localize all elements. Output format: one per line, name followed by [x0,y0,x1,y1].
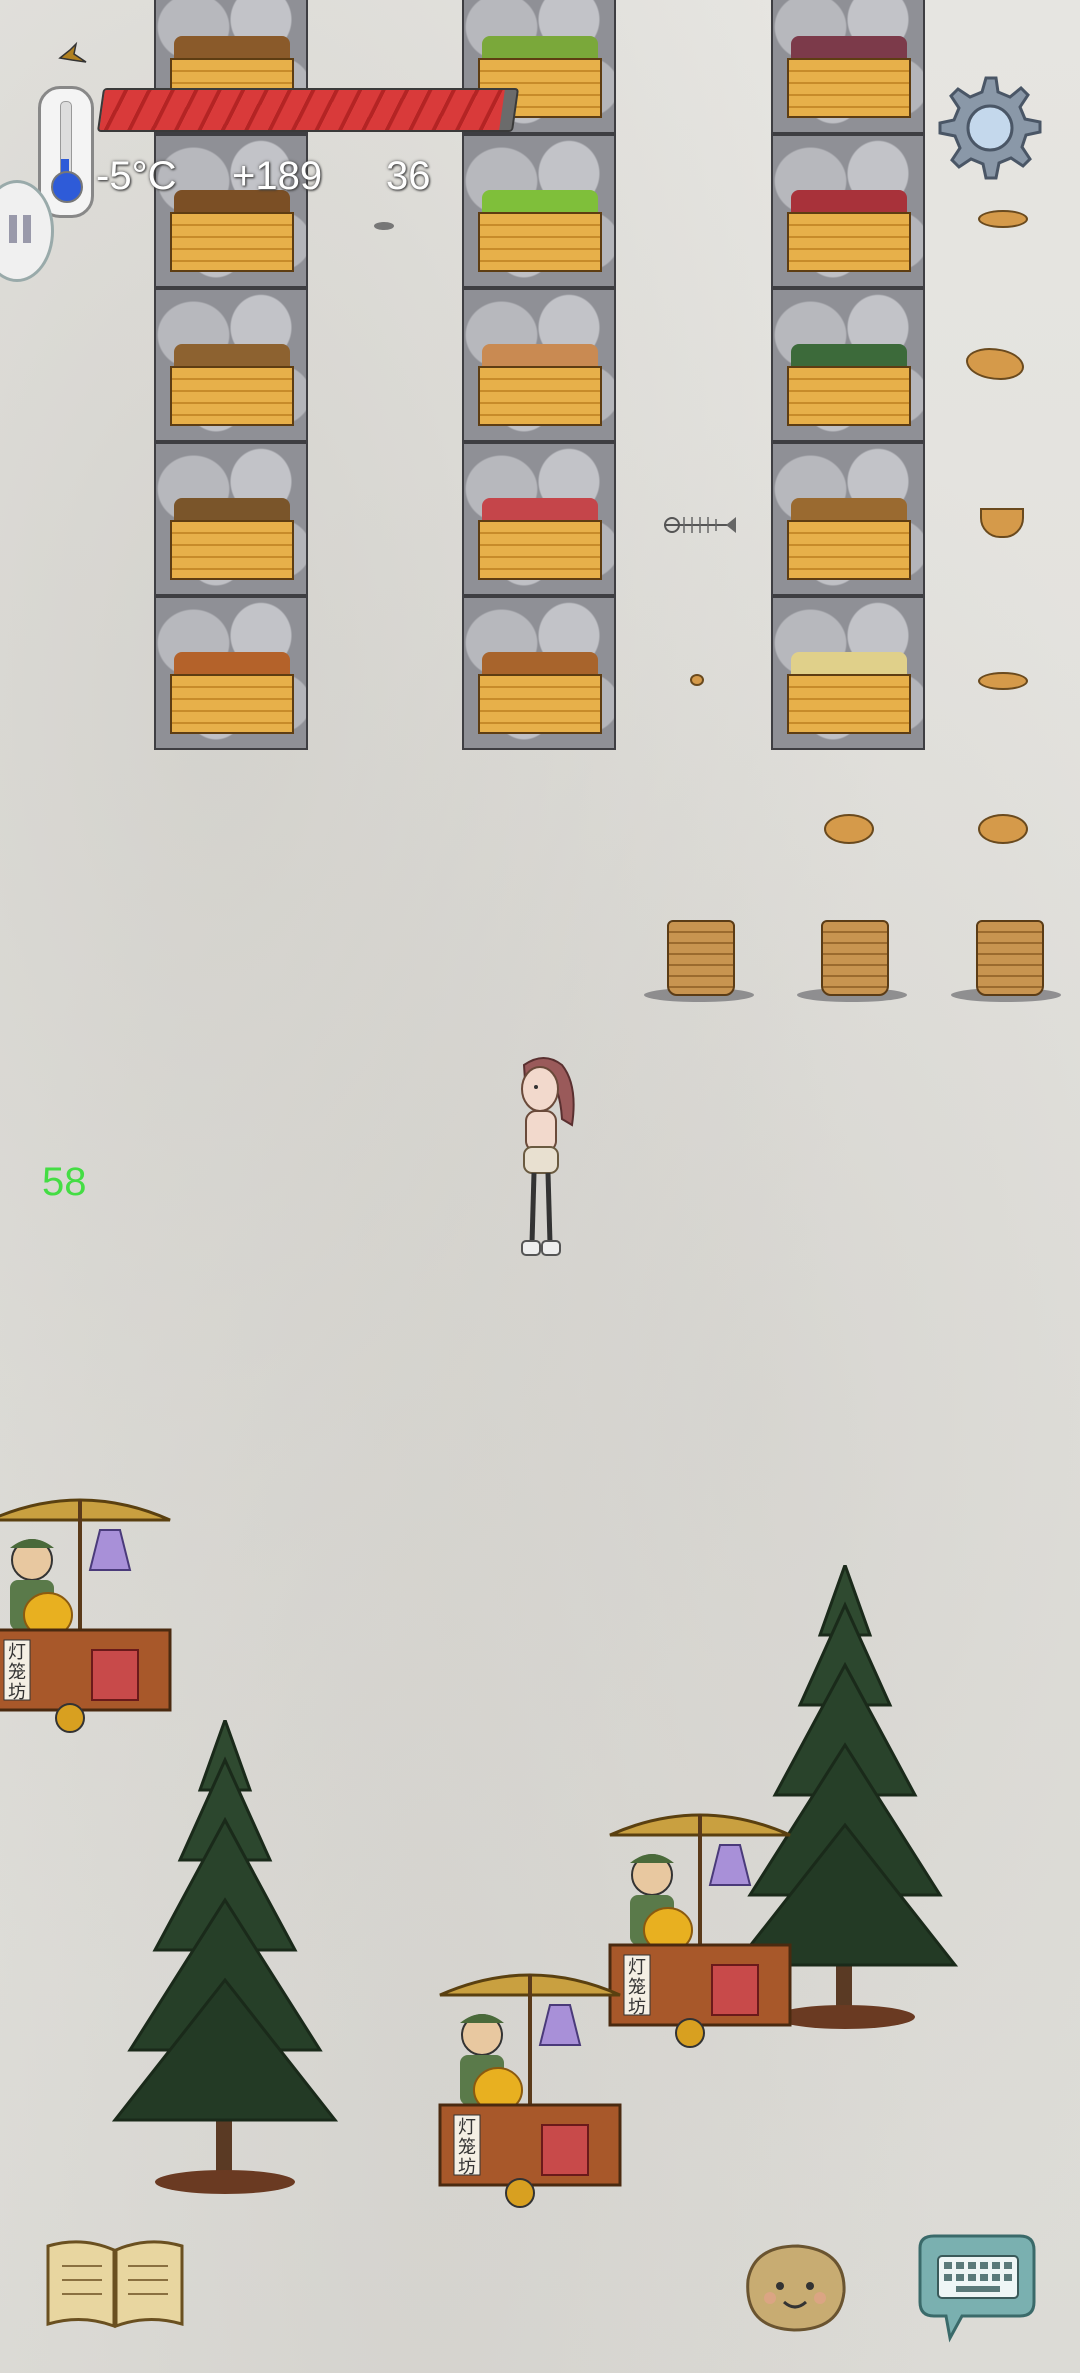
lantern-stall[interactable]: 灯笼坊 [600,1795,800,2065]
storage-crate[interactable] [154,596,308,750]
storage-crate[interactable] [771,442,925,596]
meat-item[interactable] [824,814,874,844]
status-value-readout: 36 [386,154,431,198]
potato-face-icon[interactable] [736,2240,852,2336]
lantern-stall-art [0,1498,172,1733]
compass-marker-icon [58,41,87,63]
stall-sign: 灯笼坊 [458,2117,476,2177]
fish-bone-item[interactable] [660,512,738,538]
bread-item[interactable] [978,210,1028,228]
player-character[interactable] [496,1055,586,1265]
stall-sign: 灯笼坊 [8,1642,26,1702]
lantern-stall[interactable]: 灯笼坊 [430,1955,630,2225]
wooden-basket[interactable] [976,920,1044,996]
meat-item[interactable] [978,814,1028,844]
storage-column-right [771,0,925,750]
storage-crate[interactable] [462,288,616,442]
heat-delta-readout: +189 [232,154,323,198]
gear-icon[interactable] [924,72,1048,196]
seed-item[interactable] [690,674,704,686]
wooden-basket[interactable] [821,920,889,996]
open-book-icon[interactable] [42,2236,188,2332]
health-bar-fill [99,90,505,130]
lantern-stall[interactable]: 灯笼坊 [0,1480,180,1750]
storage-crate[interactable] [462,442,616,596]
storage-crate[interactable] [154,288,308,442]
storage-crate[interactable] [771,0,925,134]
storage-crate[interactable] [462,596,616,750]
pebble-item[interactable] [374,222,394,230]
storage-crate[interactable] [154,442,308,596]
temperature-readout: -5°C [96,154,177,198]
lantern-stall-art [438,1973,622,2208]
storage-crate[interactable] [771,288,925,442]
storage-crate[interactable] [771,596,925,750]
storage-crate[interactable] [462,134,616,288]
wooden-basket[interactable] [667,920,735,996]
fps-counter: 58 [42,1160,87,1204]
bread-item[interactable] [978,672,1028,690]
thermometer-icon [38,86,94,218]
health-bar [96,88,520,132]
storage-crate[interactable] [771,134,925,288]
lantern-stall-art [608,1813,792,2048]
pine-tree[interactable] [110,1720,340,2200]
keyboard-chat-icon[interactable] [910,2232,1038,2344]
